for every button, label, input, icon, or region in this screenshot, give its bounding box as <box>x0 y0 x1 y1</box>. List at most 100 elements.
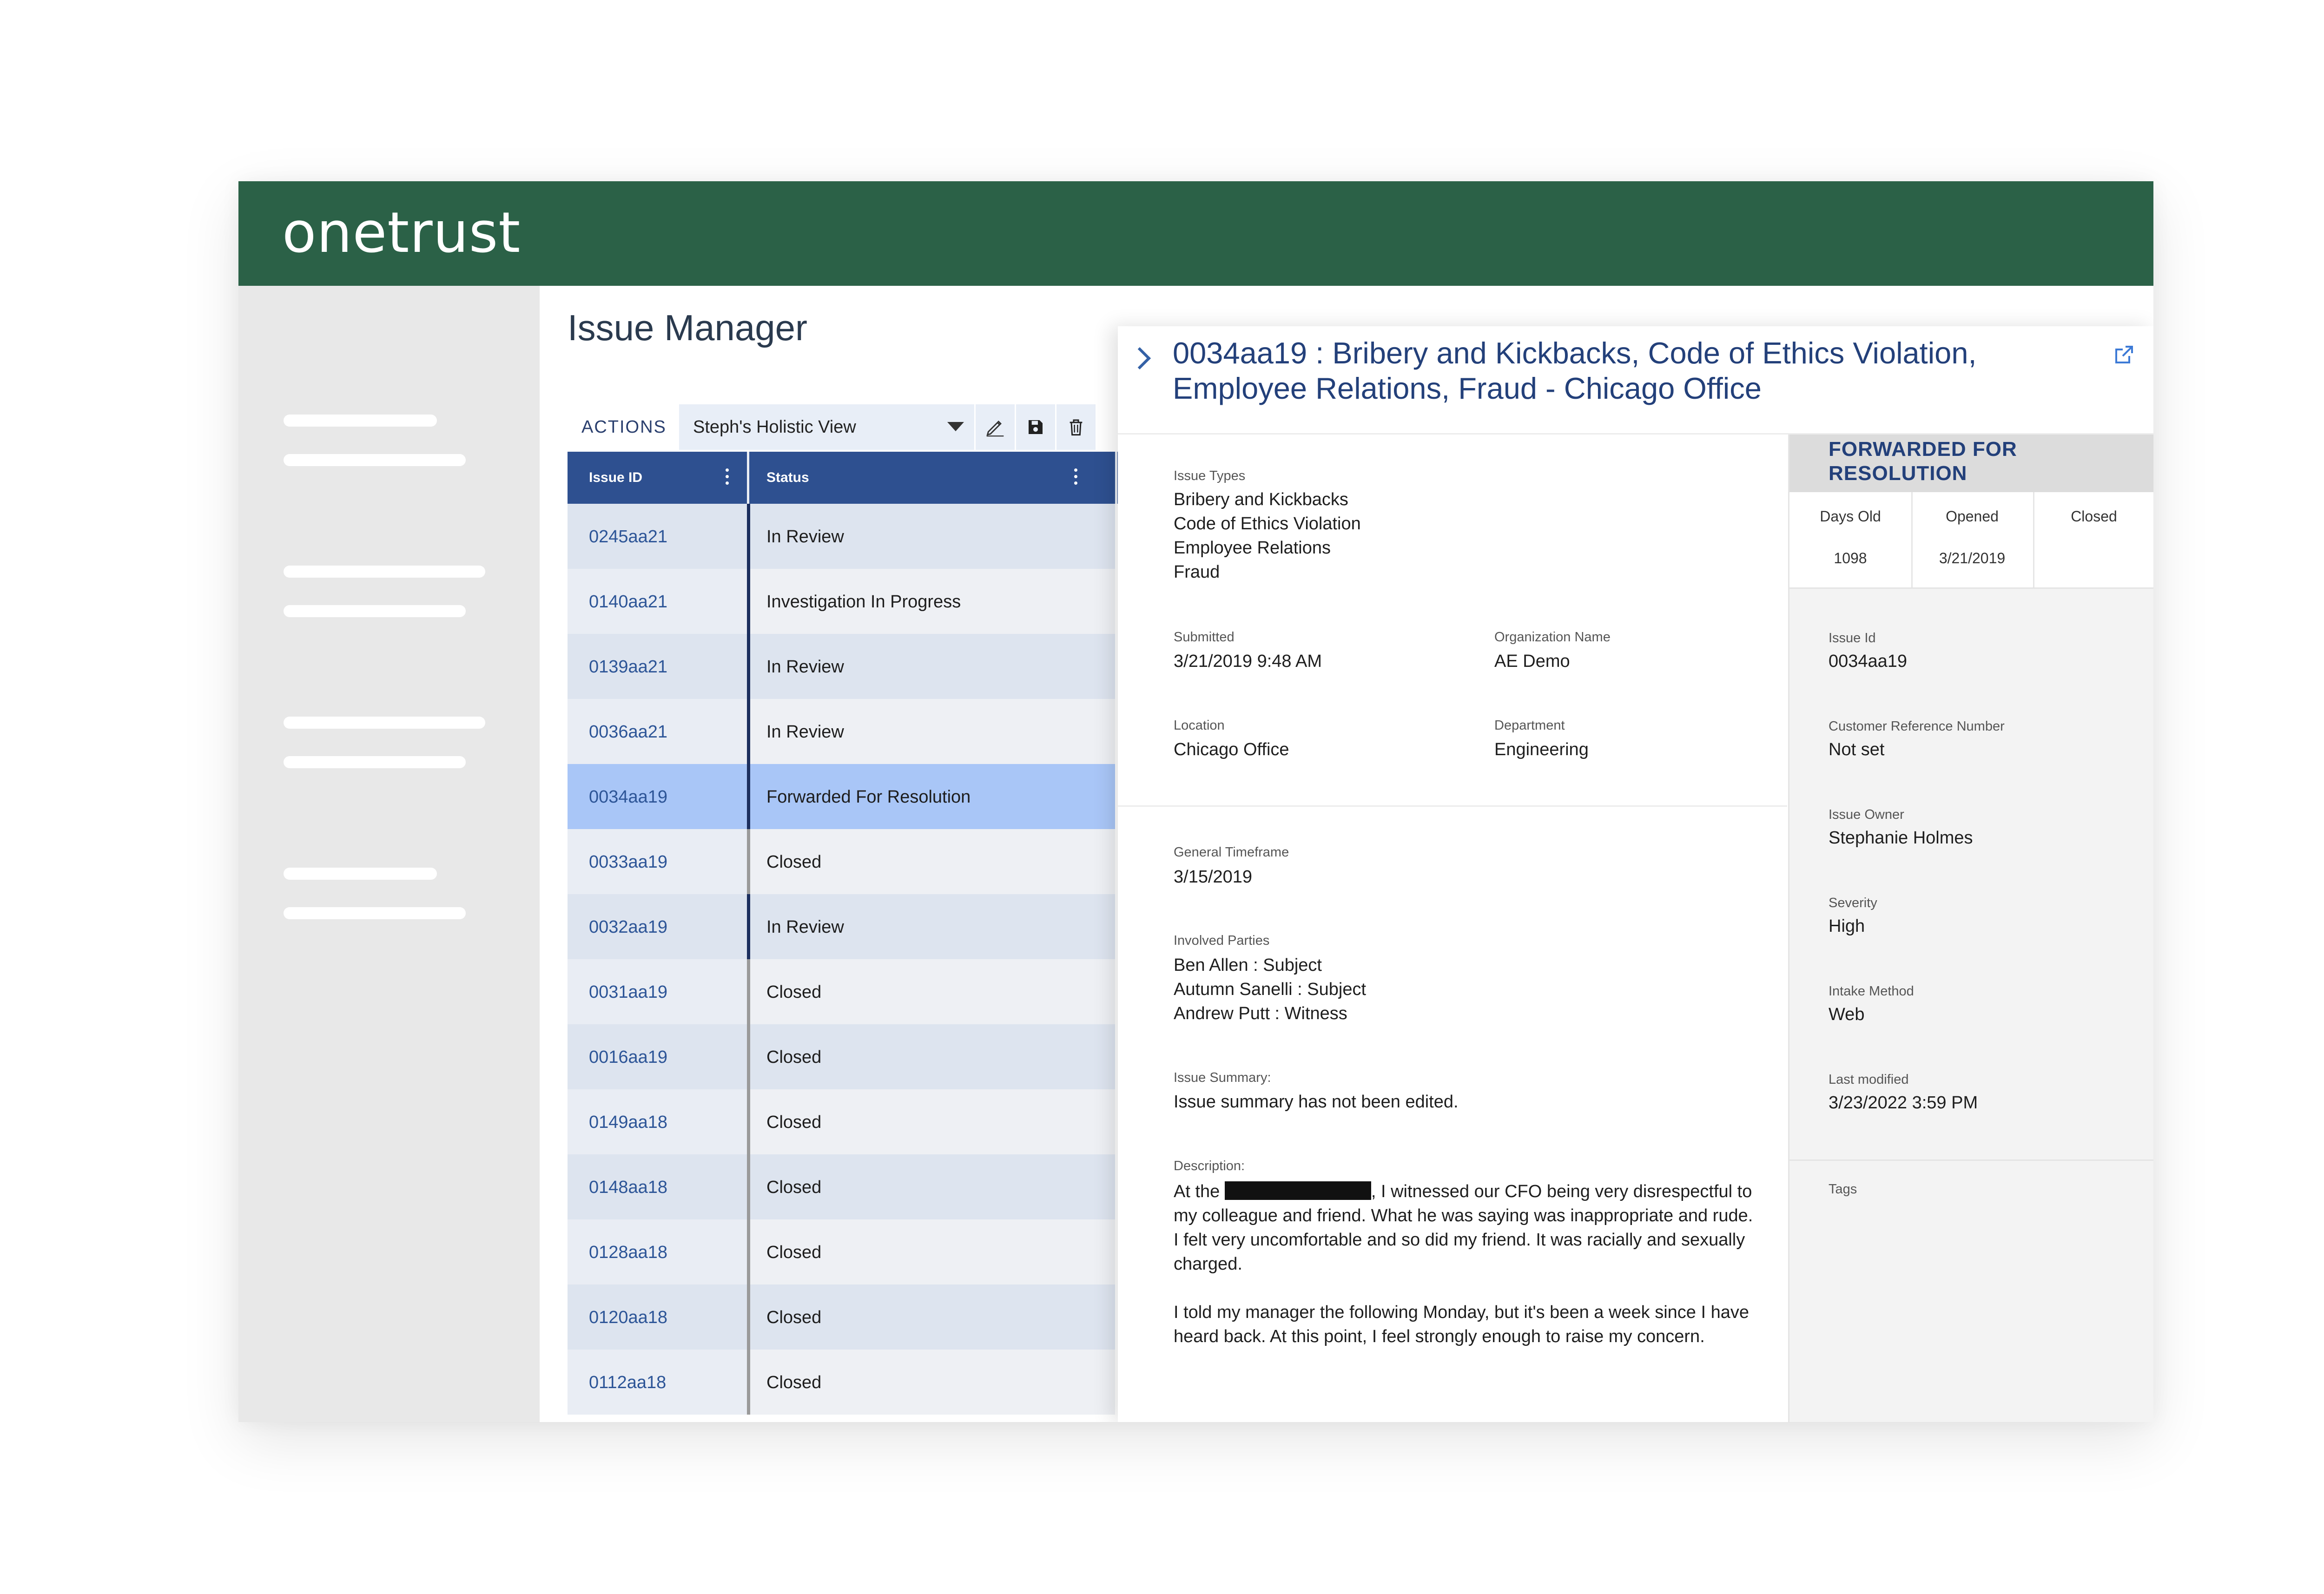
onetrust-logo[interactable]: onetrust <box>282 201 521 266</box>
top-bar: onetrust <box>238 181 2153 286</box>
issue-id-cell: 0140aa21 <box>568 569 747 634</box>
issue-id-link[interactable]: 0034aa19 <box>589 787 667 807</box>
stat-value: 1098 <box>1834 550 1867 566</box>
chevron-right-icon[interactable] <box>1128 347 1151 370</box>
save-view-button[interactable] <box>1016 404 1055 450</box>
organization-label: Organization Name <box>1494 630 1611 645</box>
issue-id-cell: 0148aa18 <box>568 1154 747 1219</box>
issue-id-cell: 0128aa18 <box>568 1219 747 1284</box>
edit-view-button[interactable] <box>976 404 1015 450</box>
actions-bar: ACTIONS Steph's Holistic View <box>568 404 1102 450</box>
issue-owner-value: Stephanie Holmes <box>1829 828 1973 848</box>
sidebar-placeholder-line <box>284 717 485 729</box>
stat-opened: Opened 3/21/2019 <box>1911 492 2034 587</box>
issue-id-link[interactable]: 0032aa19 <box>589 917 667 937</box>
issue-id-cell: 0149aa18 <box>568 1089 747 1154</box>
issue-id-link[interactable]: 0112aa18 <box>589 1373 666 1393</box>
status-text: Closed <box>766 1113 822 1132</box>
issue-id-link[interactable]: 0036aa21 <box>589 722 667 742</box>
divider <box>1789 1159 2153 1161</box>
sidebar-placeholder-line <box>284 454 466 466</box>
status-text: In Review <box>766 527 844 547</box>
table-row[interactable]: 0031aa19ClosedS <box>568 959 1154 1024</box>
stat-days-old: Days Old 1098 <box>1789 492 1913 587</box>
issue-id-value: 0034aa19 <box>1829 652 1908 671</box>
view-select-value: Steph's Holistic View <box>693 417 856 437</box>
issue-id-link[interactable]: 0149aa18 <box>589 1113 667 1133</box>
divider <box>1789 587 2153 589</box>
location-label: Location <box>1174 718 1225 733</box>
description-label: Description: <box>1174 1159 1245 1173</box>
issue-id-link[interactable]: 0016aa19 <box>589 1047 667 1067</box>
column-divider[interactable] <box>1115 452 1117 504</box>
grid-header: Issue ID Status I <box>568 452 1154 504</box>
issue-detail-panel: 0034aa19 : Bribery and Kickbacks, Code o… <box>1118 326 2153 1422</box>
issue-id-link[interactable]: 0139aa21 <box>589 657 667 677</box>
table-row[interactable]: 0032aa19In ReviewS <box>568 894 1154 959</box>
table-row[interactable]: 0139aa21In ReviewS <box>568 634 1154 699</box>
status-text: In Review <box>766 917 844 937</box>
issue-id-link[interactable]: 0031aa19 <box>589 982 667 1002</box>
severity-value: High <box>1829 916 1865 936</box>
submitted-value: 3/21/2019 9:48 AM <box>1174 652 1322 671</box>
customer-reference-label: Customer Reference Number <box>1829 719 2005 734</box>
column-divider[interactable] <box>747 452 749 504</box>
status-indicator <box>747 1219 750 1284</box>
issue-id-link[interactable]: 0033aa19 <box>589 852 667 872</box>
actions-menu-button[interactable]: ACTIONS <box>581 417 667 437</box>
status-header: FORWARDED FOR RESOLUTION <box>1789 435 2153 492</box>
status-text: In Review <box>766 722 844 742</box>
delete-view-button[interactable] <box>1056 404 1096 450</box>
table-row[interactable]: 0036aa21In ReviewS <box>568 699 1154 764</box>
status-text: Closed <box>766 852 822 872</box>
status-text: In Review <box>766 657 844 677</box>
issue-id-link[interactable]: 0128aa18 <box>589 1243 667 1263</box>
pencil-icon <box>986 421 1004 437</box>
description-paragraph: At the , I witnessed our CFO being very … <box>1174 1179 1759 1276</box>
issue-id-link[interactable]: 0148aa18 <box>589 1178 667 1198</box>
issue-id-link[interactable]: 0245aa21 <box>589 527 667 547</box>
table-row[interactable]: 0034aa19Forwarded For ResolutionS <box>568 764 1154 829</box>
status-indicator <box>747 1089 750 1154</box>
status-indicator <box>747 634 750 699</box>
status-text: Forwarded For Resolution <box>766 787 971 807</box>
status-indicator <box>747 504 750 569</box>
issue-types-label: Issue Types <box>1174 468 1246 483</box>
column-header-issue-id[interactable]: Issue ID <box>589 452 642 504</box>
table-row[interactable]: 0112aa18ClosedS <box>568 1350 1154 1415</box>
redaction-block <box>1224 1181 1371 1200</box>
status-indicator <box>747 1284 750 1350</box>
issues-grid: Issue ID Status I 0245aa21In ReviewT0140… <box>568 452 1154 1422</box>
issue-id-cell: 0031aa19 <box>568 959 747 1024</box>
status-indicator <box>747 829 750 894</box>
issue-summary-value: Issue summary has not been edited. <box>1174 1092 1459 1112</box>
table-row[interactable]: 0120aa18ClosedS <box>568 1284 1154 1350</box>
status-text: FORWARDED FOR RESOLUTION <box>1829 438 2017 485</box>
view-select[interactable]: Steph's Holistic View <box>679 404 974 450</box>
issue-id-link[interactable]: 0140aa21 <box>589 592 667 612</box>
issue-summary-sidebar: FORWARDED FOR RESOLUTION Days Old 1098 O… <box>1788 435 2153 1422</box>
table-row[interactable]: 0148aa18ClosedS <box>568 1154 1154 1219</box>
table-row[interactable]: 0245aa21In ReviewT <box>568 504 1154 569</box>
status-indicator <box>747 569 750 634</box>
column-header-status[interactable]: Status <box>766 452 809 504</box>
last-modified-value: 3/23/2022 3:59 PM <box>1829 1093 1978 1113</box>
issue-id-cell: 0036aa21 <box>568 699 747 764</box>
stat-label: Days Old <box>1820 508 1881 525</box>
external-link-icon[interactable] <box>2113 344 2135 366</box>
table-row[interactable]: 0128aa18ClosedS <box>568 1219 1154 1284</box>
table-row[interactable]: 0033aa19ClosedS <box>568 829 1154 894</box>
table-row[interactable]: 0149aa18ClosedS <box>568 1089 1154 1154</box>
column-menu-icon[interactable] <box>726 468 729 487</box>
table-row[interactable]: 0140aa21Investigation In ProgressS <box>568 569 1154 634</box>
issue-id-link[interactable]: 0120aa18 <box>589 1308 667 1328</box>
status-indicator <box>747 1154 750 1219</box>
sidebar-placeholder-line <box>284 907 466 919</box>
status-indicator <box>747 894 750 959</box>
last-modified-label: Last modified <box>1829 1072 1909 1087</box>
column-menu-icon[interactable] <box>1074 468 1078 487</box>
department-value: Engineering <box>1494 740 1589 759</box>
stat-closed: Closed <box>2033 492 2153 587</box>
table-row[interactable]: 0016aa19ClosedS <box>568 1024 1154 1089</box>
sidebar-placeholder-line <box>284 605 466 617</box>
